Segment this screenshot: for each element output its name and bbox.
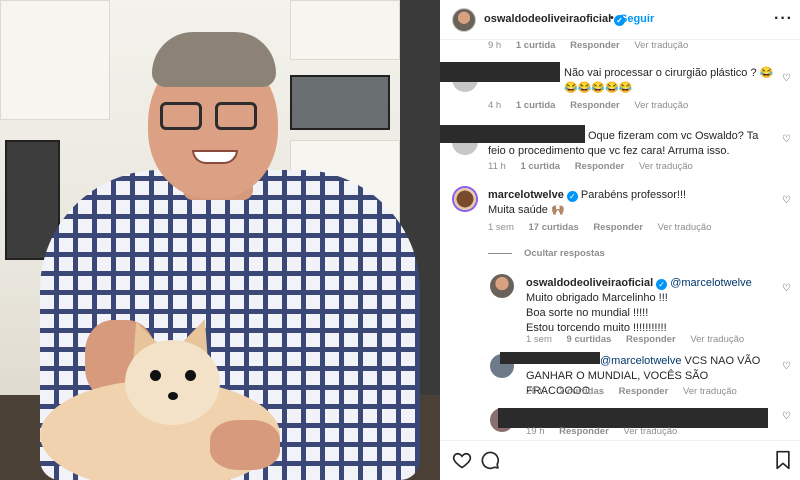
reply-button[interactable]: Responder [626,334,676,345]
microwave [290,75,390,130]
comment-time: 4 h [488,100,502,111]
comment-meta: 11 h 1 curtida Responder Ver tradução [488,161,705,172]
reply-meta: 1 sem 9 curtidas Responder Ver tradução [526,334,756,345]
glasses-right-lens [215,102,257,130]
comment-text: Não vai processar o cirurgião plástico ?… [564,67,774,94]
redacted-username [440,62,560,82]
verified-badge-icon: ✓ [566,191,578,202]
follow-button[interactable]: Seguir [620,13,654,25]
reply-time: 20 h [526,386,545,397]
comments-panel: oswaldodeoliveiraoficial ✓ • Seguir ··· 9… [440,0,800,480]
smile [192,150,238,164]
comment-body: Oque fizeram com vc Oswaldo? Ta feio o p… [488,130,759,157]
reply-time: 19 h [526,426,545,437]
more-horizontal-icon[interactable]: ··· [774,10,793,28]
comment-body: Parabéns professor!!! [580,189,687,201]
heart-icon[interactable] [452,450,472,470]
username-link[interactable]: oswaldodeoliveiraoficial [484,13,611,25]
reply-likes[interactable]: 2 curtidas [559,386,604,397]
heart-icon[interactable]: ♡ [782,74,792,84]
dog-eye [150,370,161,381]
reply-meta: 20 h 2 curtidas Responder Ver tradução [526,386,749,397]
reply-line: Muito obrigado Marcelinho !!! [526,292,668,304]
bookmark-icon[interactable] [774,450,792,470]
comment-likes[interactable]: 1 curtida [516,40,556,51]
comment-time: 11 h [488,161,506,172]
mention-link[interactable]: @marcelotwelve [600,355,681,367]
reply-button[interactable]: Responder [593,222,643,233]
translate-button[interactable]: Ver tradução [623,426,677,437]
hide-replies-label: Ocultar respostas [524,248,605,259]
reply-button[interactable]: Responder [575,161,625,172]
comment-time: 9 h [488,40,502,51]
comment-time: 1 sem [488,222,514,233]
avatar[interactable] [490,274,514,298]
post-header: oswaldodeoliveiraoficial ✓ • Seguir ··· [440,0,800,40]
hand [210,420,280,470]
hide-replies-button[interactable]: Ocultar respostas [488,248,605,259]
heart-icon[interactable]: ♡ [782,412,792,422]
comment-likes[interactable]: 17 curtidas [529,222,579,233]
comment-username[interactable]: marcelotwelve [488,189,564,201]
divider [488,252,512,254]
post-photo[interactable] [0,0,440,480]
dog-eye [185,370,196,381]
translate-button[interactable]: Ver tradução [683,386,737,397]
mention-link[interactable]: @marcelotwelve [670,277,751,289]
reply-line: Boa sorte no mundial !!!!! [526,307,649,319]
comment-meta: 4 h 1 curtida Responder Ver tradução [488,100,700,111]
comment-text: marcelotwelve ✓ Parabéns professor!!! Mui… [488,188,778,218]
dog-head [125,340,220,425]
comment-text: Oque fizeram com vc Oswaldo? Ta feio o p… [488,129,778,159]
reply-username[interactable]: oswaldodeoliveiraoficial [526,277,653,289]
reply-time: 1 sem [526,334,552,345]
glasses-left-lens [160,102,202,130]
dog-nose [168,392,178,400]
reply-line: Estou torcendo muito !!!!!!!!!!! [526,322,667,334]
heart-icon[interactable]: ♡ [782,284,792,294]
comment-body-line2: Muita saúde 🙌🏽 [488,204,565,216]
reply-button[interactable]: Responder [570,100,620,111]
heart-icon[interactable]: ♡ [782,135,792,145]
separator-dot: • [610,12,614,24]
heart-icon[interactable]: ♡ [782,362,792,372]
comment-likes[interactable]: 1 curtida [516,100,556,111]
heart-icon[interactable]: ♡ [782,196,792,206]
kitchen-cabinet [0,0,110,120]
comment-meta: 1 sem 17 curtidas Responder Ver tradução [488,222,723,233]
reply-text: oswaldodeoliveiraoficial ✓ @marcelotwelve… [526,276,776,336]
comment-meta: 9 h 1 curtida Responder Ver tradução [488,40,700,51]
verified-badge-icon: ✓ [656,279,668,290]
reply-meta: 19 h Responder Ver tradução [526,426,689,437]
translate-button[interactable]: Ver tradução [634,100,688,111]
reply-button[interactable]: Responder [559,426,609,437]
translate-button[interactable]: Ver tradução [634,40,688,51]
comment-likes[interactable]: 1 curtida [520,161,560,172]
post-actions-bar [440,440,800,480]
reply-button[interactable]: Responder [570,40,620,51]
hair [152,32,276,87]
avatar[interactable] [452,186,478,212]
avatar[interactable] [452,8,476,32]
comment-icon[interactable] [480,450,500,470]
reply-likes[interactable]: 9 curtidas [567,334,612,345]
redacted-comment [498,408,768,428]
header-username[interactable]: oswaldodeoliveiraoficial ✓ [484,13,626,26]
translate-button[interactable]: Ver tradução [658,222,712,233]
kitchen-cabinet [290,0,400,60]
translate-button[interactable]: Ver tradução [690,334,744,345]
translate-button[interactable]: Ver tradução [639,161,693,172]
reply-button[interactable]: Responder [619,386,669,397]
